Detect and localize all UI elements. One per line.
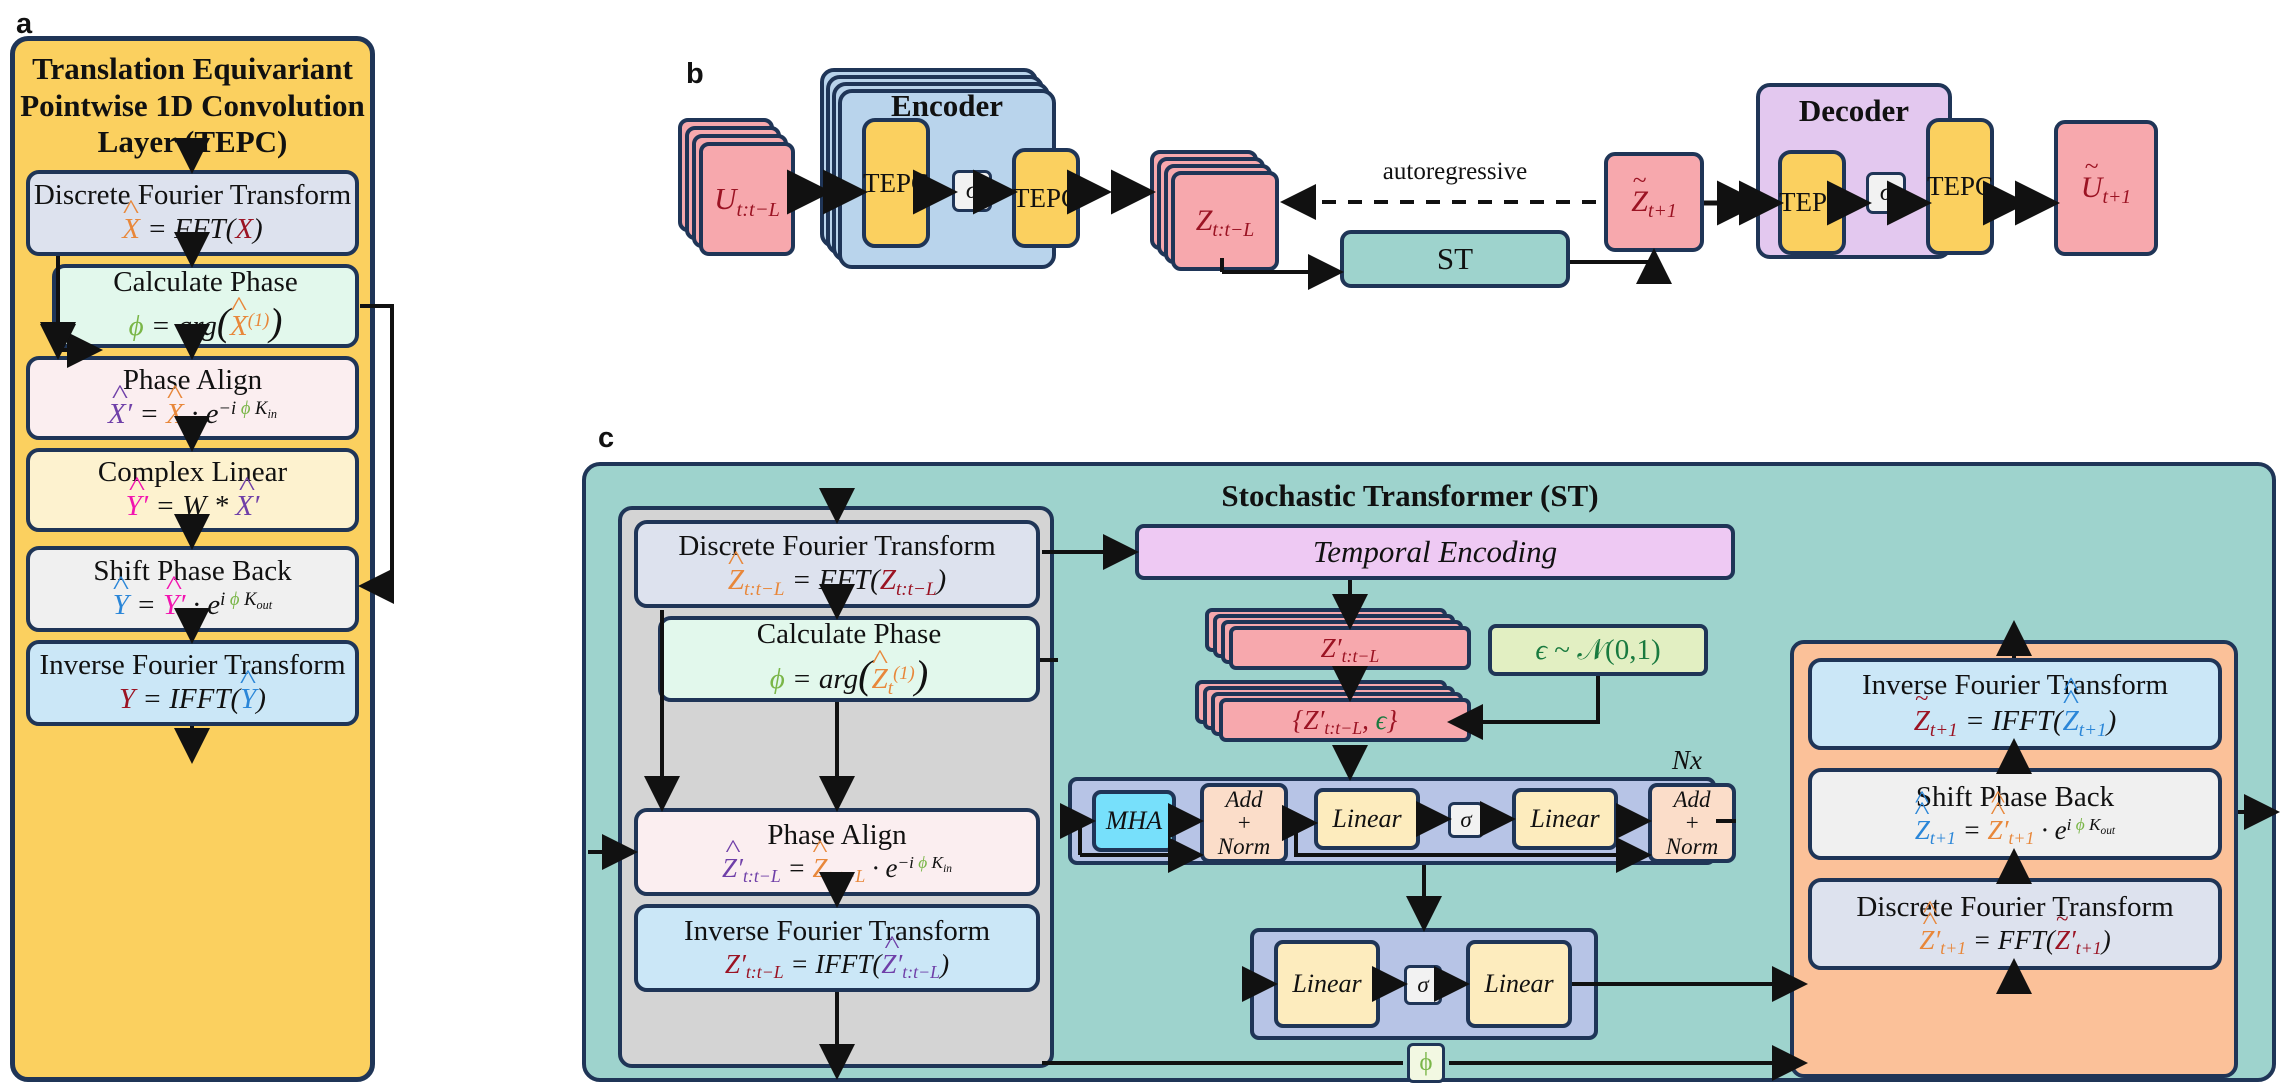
b-decoder-tepc-1-label: TEPC <box>1779 187 1846 217</box>
c-zprime-stack: Z′t:t−L <box>1205 608 1485 678</box>
b-encoder-sigma: σ <box>952 170 992 212</box>
a-block-shiftback: Shift Phase Back Y = Y′ · ei ϕ Kout <box>26 546 359 632</box>
c-addnorm-2: Add + Norm <box>1648 783 1736 863</box>
b-st-box: ST <box>1340 230 1570 288</box>
b-decoder-tepc-2-label: TEPC <box>1927 171 1994 201</box>
panel-c-title: Stochastic Transformer (ST) <box>1221 478 1599 513</box>
panel-c-letter: c <box>598 422 615 454</box>
a-block-ifft-title: Inverse Fourier Transform <box>39 649 346 682</box>
b-input-label: Ut:t−L <box>714 181 780 221</box>
c-head-sigma-label: σ <box>1417 972 1429 997</box>
c-mha-box: MHA <box>1092 790 1176 852</box>
panel-a-title: Translation Equivariant Pointwise 1D Con… <box>20 51 365 160</box>
a-block-phase-eq: ϕ = arg(X(1)) <box>129 300 283 345</box>
c-phi-box: ϕ <box>1407 1043 1445 1083</box>
b-output-box: Ut+1 <box>2054 120 2158 256</box>
a-block-ifft: Inverse Fourier Transform Y = IFFT(Y) <box>26 640 359 726</box>
b-latent-pred-label: Zt+1 <box>1631 185 1676 222</box>
a-block-clinear-title: Complex Linear <box>97 456 288 489</box>
a-block-phase: Calculate Phase ϕ = arg(X(1)) <box>52 264 359 348</box>
c-mha-label: MHA <box>1105 806 1163 835</box>
a-block-ifft-eq: Y = IFFT(Y) <box>119 683 266 716</box>
b-autoregressive-label: autoregressive <box>1382 158 1528 185</box>
a-block-dft: Discrete Fourier Transform X = FFT(X) <box>26 170 359 256</box>
c-transformer-sigma-label: σ <box>1460 807 1472 832</box>
b-decoder-label: Decoder <box>1798 93 1910 128</box>
b-decoder-tepc-2: TEPC <box>1926 118 1994 255</box>
c-linear-2: Linear <box>1512 788 1618 850</box>
b-encoder-tepc-2: TEPC <box>1012 148 1080 248</box>
c-right-shiftback: Shift Phase Back Zt+1 = Z′t+1 · ei ϕ Kou… <box>1808 768 2222 860</box>
a-block-phase-title: Calculate Phase <box>113 266 298 299</box>
c-noise-label: ϵ ~ 𝒩(0,1) <box>1535 633 1661 666</box>
c-right-dft-eq: Z′t+1 = FFT(Z′t+1) <box>1919 925 2110 959</box>
b-encoder-sigma-label: σ <box>965 177 979 204</box>
b-input-stack: Ut:t−L <box>678 118 798 258</box>
c-addnorm-2-label: Add + Norm <box>1665 786 1719 859</box>
c-transformer-sigma: σ <box>1448 802 1484 838</box>
c-phi-label: ϕ <box>1419 1049 1433 1076</box>
c-right-ifft-eq: Zt+1 = IFFT(Zt+1) <box>1914 703 2117 741</box>
c-linear-1-label: Linear <box>1332 804 1402 833</box>
c-zprime-eps-stack: {Z′t:t−L, ϵ} <box>1195 680 1485 752</box>
c-block-align-title: Phase Align <box>767 819 907 852</box>
c-addnorm-1-label: Add + Norm <box>1217 786 1271 859</box>
a-block-clinear: Complex Linear Y′ = W * X′ <box>26 448 359 532</box>
b-latent-pred: Zt+1 <box>1604 152 1704 252</box>
c-block-phase-eq: ϕ = arg(Zt(1)) <box>770 652 928 699</box>
c-temporal-encoding: Temporal Encoding <box>1135 524 1735 580</box>
c-block-align-eq: Z′t:t−L = Zt:t−L · e−i ϕ Kin <box>722 853 952 887</box>
c-zprime-eps-label: {Z′t:t−L, ϵ} <box>1292 704 1398 739</box>
c-block-align: Phase Align Z′t:t−L = Zt:t−L · e−i ϕ Kin <box>634 808 1040 896</box>
c-zprime-label: Z′t:t−L <box>1320 632 1380 667</box>
c-temporal-encoding-label: Temporal Encoding <box>1312 534 1558 569</box>
c-block-ifft: Inverse Fourier Transform Z′t:t−L = IFFT… <box>634 904 1040 992</box>
c-block-ifft-eq: Z′t:t−L = IFFT(Z′t:t−L) <box>725 949 949 983</box>
b-latent-stack: Zt:t−L <box>1150 150 1290 280</box>
c-block-dft: Discrete Fourier Transform Zt:t−L = FFT(… <box>634 520 1040 608</box>
a-block-align-eq: X′ = X · e−i ϕ Kin <box>108 398 277 431</box>
c-repeat-label: Nx <box>1672 745 1702 775</box>
b-decoder-sigma: σ <box>1866 172 1906 214</box>
b-encoder-tepc-2-label: TEPC <box>1013 182 1080 213</box>
c-head-sigma: σ <box>1404 965 1442 1005</box>
c-addnorm-1: Add + Norm <box>1200 783 1288 863</box>
c-right-ifft: Inverse Fourier Transform Zt+1 = IFFT(Zt… <box>1808 658 2222 750</box>
a-block-shiftback-eq: Y = Y′ · ei ϕ Kout <box>113 589 272 622</box>
a-block-dft-title: Discrete Fourier Transform <box>33 179 352 212</box>
b-latent-label: Zt:t−L <box>1195 204 1255 242</box>
c-head-linear-1: Linear <box>1274 940 1380 1028</box>
b-decoder-tepc-1: TEPC <box>1778 150 1846 255</box>
c-linear-2-label: Linear <box>1530 804 1600 833</box>
c-block-phase: Calculate Phase ϕ = arg(Zt(1)) <box>658 616 1040 702</box>
b-encoder-tepc-1: TEPC <box>862 118 930 248</box>
a-block-align: Phase Align X′ = X · e−i ϕ Kin <box>26 356 359 440</box>
c-block-ifft-title: Inverse Fourier Transform <box>683 915 991 948</box>
b-encoder-tepc-1-label: TEPC <box>863 167 930 198</box>
c-head-linear-2: Linear <box>1466 940 1572 1028</box>
b-decoder-sigma-label: σ <box>1879 179 1893 206</box>
c-block-dft-title: Discrete Fourier Transform <box>678 530 996 563</box>
a-block-clinear-eq: Y′ = W * X′ <box>126 490 260 523</box>
c-head-linear-2-label: Linear <box>1484 969 1554 998</box>
c-noise-box: ϵ ~ 𝒩(0,1) <box>1488 624 1708 676</box>
c-right-dft-title: Discrete Fourier Transform <box>1856 891 2174 924</box>
a-block-dft-eq: X = FFT(X) <box>122 213 262 246</box>
c-right-shiftback-eq: Zt+1 = Z′t+1 · ei ϕ Kout <box>1915 815 2115 849</box>
c-right-shiftback-title: Shift Phase Back <box>1915 781 2115 814</box>
c-linear-1: Linear <box>1314 788 1420 850</box>
b-output-label: Ut+1 <box>2081 171 2131 208</box>
c-right-dft: Discrete Fourier Transform Z′t+1 = FFT(Z… <box>1808 878 2222 970</box>
c-head-linear-1-label: Linear <box>1292 969 1362 998</box>
panel-b-letter: b <box>686 58 704 90</box>
b-st-label: ST <box>1436 241 1474 276</box>
a-block-align-title: Phase Align <box>122 364 263 397</box>
c-block-dft-eq: Zt:t−L = FFT(Zt:t−L) <box>728 564 946 600</box>
c-right-ifft-title: Inverse Fourier Transform <box>1861 669 2169 702</box>
c-block-phase-title: Calculate Phase <box>756 618 942 651</box>
